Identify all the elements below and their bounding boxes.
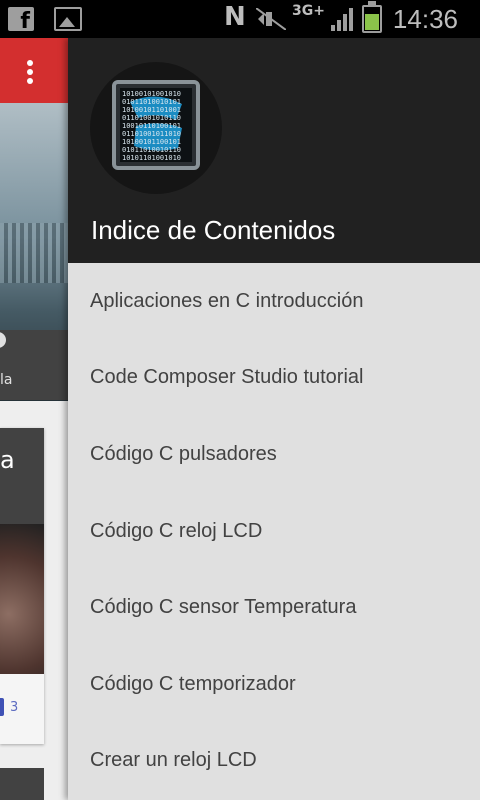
comment-icon: [0, 698, 4, 716]
svg-text:01011010010101: 01011010010101: [122, 98, 181, 106]
content-card[interactable]: a 3: [0, 428, 44, 744]
menu-item[interactable]: Crear un reloj LCD: [68, 723, 480, 800]
menu-item[interactable]: Código C reloj LCD: [68, 493, 480, 570]
nfc-icon: N: [224, 2, 246, 32]
drawer-title: Indice de Contenidos: [91, 215, 336, 245]
content-card[interactable]: [0, 768, 44, 800]
svg-text:10101101001010: 10101101001010: [122, 154, 181, 162]
clock: 14:36: [392, 4, 458, 34]
avatar-icon: [0, 332, 6, 348]
menu-item[interactable]: Aplicaciones en C introducción: [68, 263, 480, 340]
svg-text:01101001011010: 01101001011010: [122, 130, 181, 138]
navigation-drawer: 10100101001010 01011010010101 1010010110…: [68, 38, 480, 800]
card-count: 3: [10, 700, 19, 715]
svg-text:10100101001010: 10100101001010: [122, 90, 181, 98]
svg-text:10100101101001: 10100101101001: [122, 106, 181, 114]
overflow-menu-icon[interactable]: [27, 60, 35, 84]
svg-text:01101001010110: 01101001010110: [122, 114, 181, 122]
menu-item[interactable]: Code Composer Studio tutorial: [68, 340, 480, 417]
battery-icon: [362, 1, 382, 33]
contents-list: Aplicaciones en C introducción Code Comp…: [68, 263, 480, 799]
menu-item[interactable]: Código C temporizador: [68, 646, 480, 723]
svg-text:10100101100101: 10100101100101: [122, 138, 181, 146]
hero-caption: la: [0, 372, 13, 388]
network-3g-icon: 3G+: [292, 3, 325, 19]
menu-item[interactable]: Código C pulsadores: [68, 416, 480, 493]
signal-icon: [331, 8, 353, 31]
image-icon: [54, 7, 82, 31]
facebook-icon: f: [8, 7, 34, 34]
binary-code-avatar-icon: 10100101001010 01011010010101 1010010110…: [90, 62, 222, 194]
menu-item[interactable]: Código C sensor Temperatura: [68, 569, 480, 646]
status-bar: f N 3G+ 14:36: [0, 0, 480, 38]
svg-text:10010110100101: 10010110100101: [122, 122, 181, 130]
drawer-header: 10100101001010 01011010010101 1010010110…: [68, 38, 480, 263]
card-title: a: [0, 446, 15, 474]
svg-text:01011010010110: 01011010010110: [122, 146, 181, 154]
card-image: [0, 524, 44, 674]
mute-icon: [256, 8, 286, 30]
